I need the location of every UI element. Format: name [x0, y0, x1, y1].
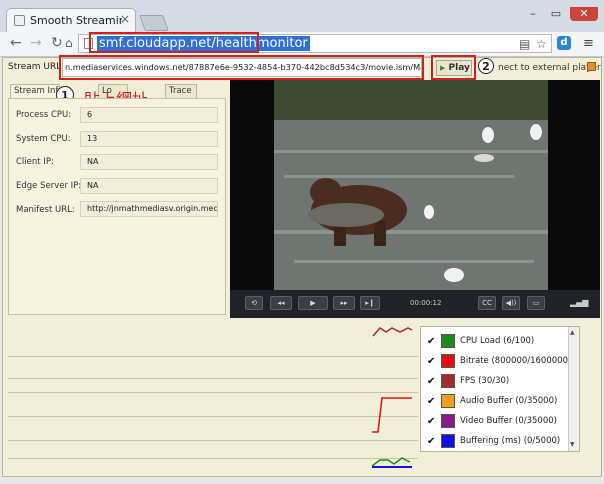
- reload-icon[interactable]: ↻: [51, 35, 63, 51]
- browser-tab[interactable]: Smooth Streaming Health ×: [6, 8, 136, 32]
- cpu-trace: [371, 457, 411, 467]
- play-pause-button[interactable]: ▶: [298, 296, 328, 310]
- check-icon[interactable]: ✔: [427, 396, 437, 407]
- client-ip-label: Client IP:: [16, 157, 54, 167]
- page-favicon-icon: [14, 15, 25, 26]
- legend-scrollbar[interactable]: ▲ ▼: [568, 327, 579, 451]
- video-frame: [274, 80, 548, 290]
- fullscreen-button[interactable]: ▭: [527, 296, 545, 310]
- forward-arrow-icon[interactable]: →: [30, 35, 42, 51]
- legend-label: Bitrate (800000/1600000): [460, 356, 572, 366]
- fps-trace: [372, 327, 413, 337]
- check-icon[interactable]: ✔: [427, 436, 437, 447]
- manifest-url-value: http://jnmathmediasv.origin.medi: [80, 201, 218, 217]
- minimize-button[interactable]: –: [524, 7, 542, 21]
- home-icon[interactable]: ⌂: [65, 36, 73, 50]
- chart-legend: ✔ CPU Load (6/100) ✔ Bitrate (800000/160…: [420, 326, 580, 452]
- window-close-button[interactable]: ✕: [570, 7, 598, 21]
- edge-server-ip-label: Edge Server IP:: [16, 181, 82, 191]
- browser-titlebar: Smooth Streaming Health × – ▭ ✕: [0, 0, 604, 34]
- check-icon[interactable]: ✔: [427, 336, 437, 347]
- tab-close-icon[interactable]: ×: [120, 12, 130, 26]
- captions-button[interactable]: CC: [478, 296, 496, 310]
- system-cpu-label: System CPU:: [16, 134, 71, 144]
- legend-swatch: [441, 374, 455, 388]
- playback-time: 00:00:12: [410, 299, 442, 307]
- connect-external-player-label: nect to external player: [498, 63, 601, 73]
- tab-title: Smooth Streaming Health: [30, 14, 122, 27]
- edge-server-ip-value: NA: [80, 178, 218, 194]
- bookmark-star-icon[interactable]: ☆: [536, 37, 547, 51]
- next-button[interactable]: ▸❙: [360, 296, 380, 310]
- tab-trace[interactable]: Trace: [165, 84, 197, 98]
- legend-swatch: [441, 334, 455, 348]
- new-tab-button[interactable]: [139, 15, 169, 31]
- replay-button[interactable]: ⟲: [245, 296, 263, 310]
- check-icon[interactable]: ✔: [427, 356, 437, 367]
- scroll-down-icon[interactable]: ▼: [570, 441, 575, 448]
- volume-button[interactable]: ◀)): [502, 296, 520, 310]
- legend-swatch: [441, 414, 455, 428]
- video-player[interactable]: [230, 80, 600, 318]
- translate-icon[interactable]: ▤: [519, 37, 530, 51]
- signal-strength-icon: ▂▄▆: [570, 298, 589, 307]
- step-2-badge: 2: [478, 58, 494, 74]
- maximize-button[interactable]: ▭: [547, 7, 565, 21]
- legend-swatch: [441, 434, 455, 448]
- extension-d-icon[interactable]: d: [557, 36, 571, 50]
- play-highlight-box: [431, 55, 476, 80]
- manifest-url-label: Manifest URL:: [16, 205, 75, 215]
- process-cpu-value: 6: [80, 107, 218, 123]
- chart-traces: [371, 327, 413, 468]
- stream-url-highlight-box: [59, 55, 424, 80]
- bitrate-trace: [372, 397, 412, 433]
- rewind-button[interactable]: ◂◂: [270, 296, 292, 310]
- check-icon[interactable]: ✔: [427, 416, 437, 427]
- connect-external-player-checkbox[interactable]: [587, 62, 596, 71]
- legend-label: Buffering (ms) (0/5000): [460, 436, 561, 446]
- fast-forward-button[interactable]: ▸▸: [333, 296, 355, 310]
- menu-icon[interactable]: ≡: [583, 36, 594, 51]
- legend-label: Audio Buffer (0/35000): [460, 396, 558, 406]
- client-ip-value: NA: [80, 154, 218, 170]
- legend-label: CPU Load (6/100): [460, 336, 535, 346]
- address-highlight-box: [89, 32, 259, 53]
- tab-stream-info[interactable]: Stream Inf: [10, 84, 60, 98]
- process-cpu-label: Process CPU:: [16, 110, 72, 120]
- legend-label: FPS (30/30): [460, 376, 510, 386]
- legend-swatch: [441, 354, 455, 368]
- legend-swatch: [441, 394, 455, 408]
- scroll-up-icon[interactable]: ▲: [570, 329, 575, 336]
- stream-url-label: Stream URL:: [8, 62, 65, 72]
- check-icon[interactable]: ✔: [427, 376, 437, 387]
- health-chart-area: [8, 320, 418, 474]
- legend-label: Video Buffer (0/35000): [460, 416, 557, 426]
- system-cpu-value: 13: [80, 131, 218, 147]
- back-arrow-icon[interactable]: ←: [10, 35, 22, 51]
